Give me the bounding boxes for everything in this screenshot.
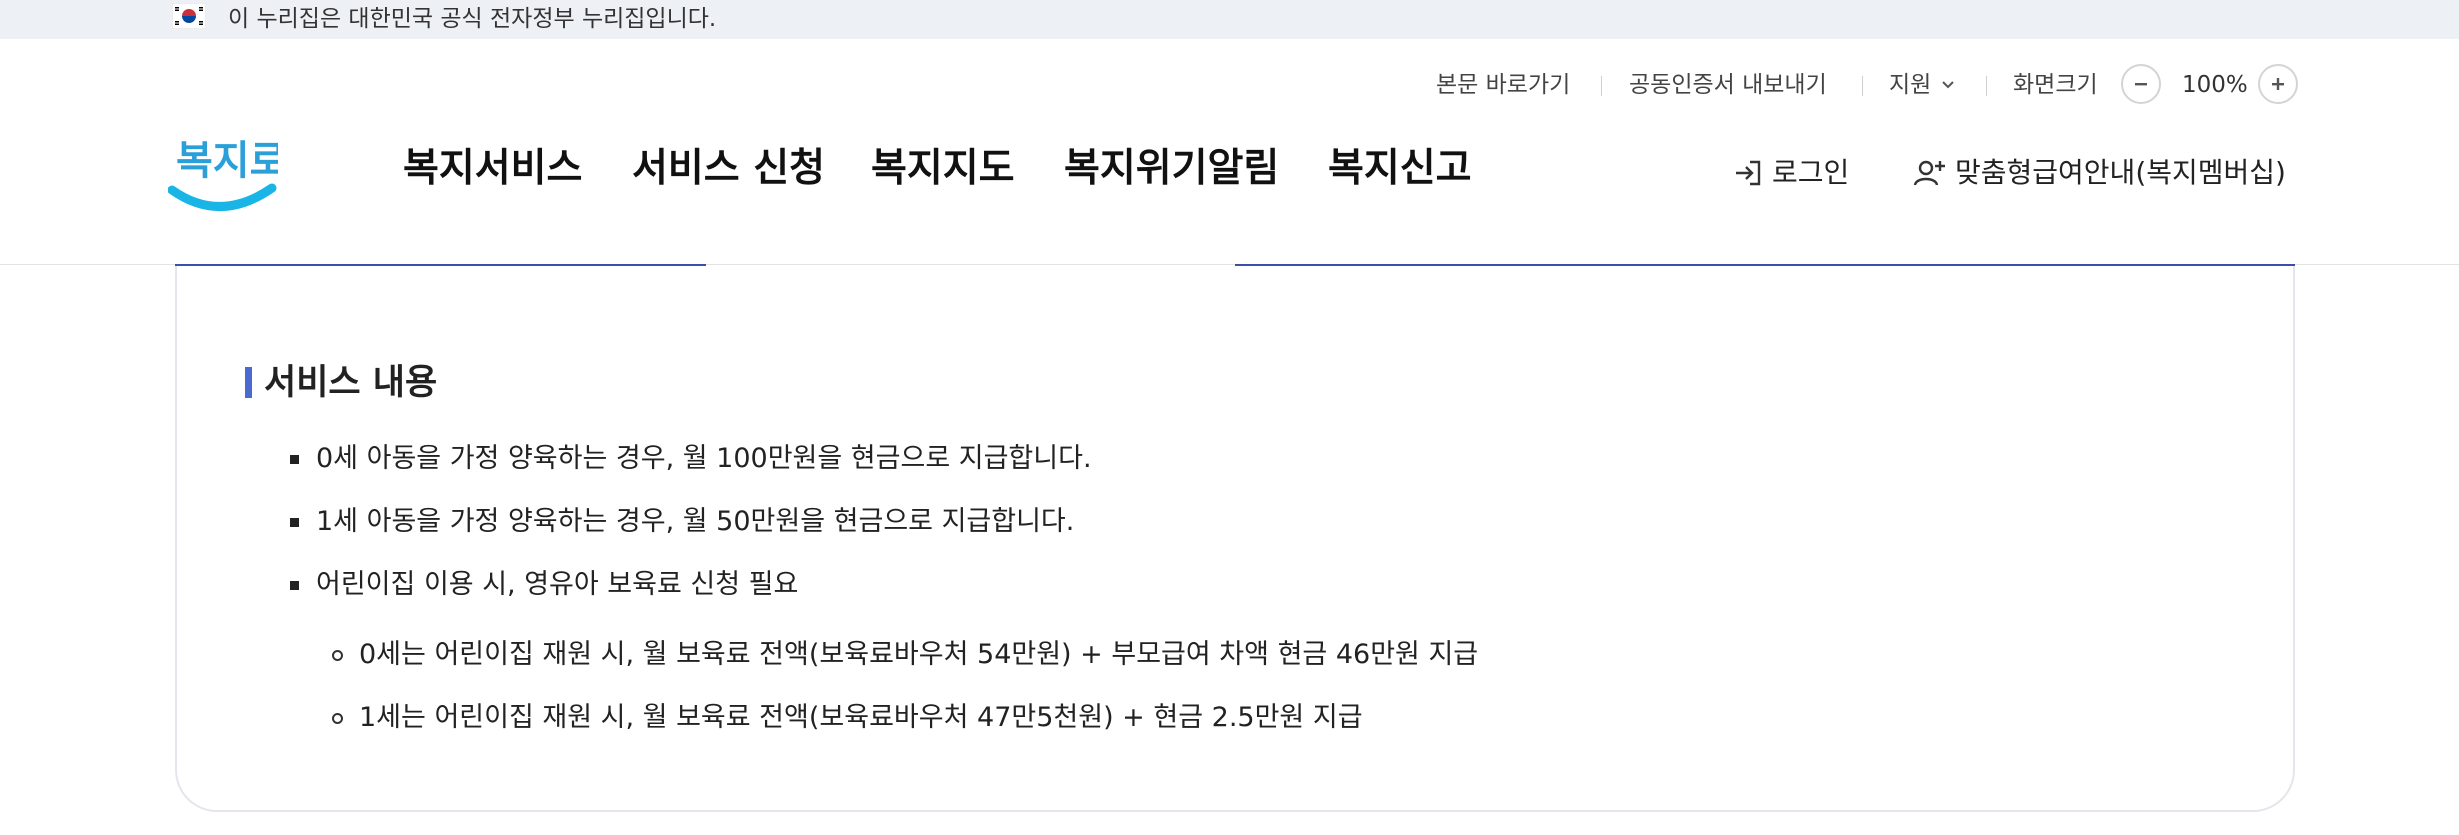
support-label: 지원 — [1889, 72, 1932, 98]
bokjiro-logo[interactable]: 복지로 — [168, 124, 278, 216]
list-bullet — [290, 455, 299, 464]
zoom-out-button[interactable] — [2121, 64, 2161, 104]
sub-list-bullet — [332, 713, 343, 724]
login-icon — [1736, 160, 1761, 186]
login-label: 로그인 — [1772, 156, 1850, 189]
nav-welfare-report[interactable]: 복지신고 — [1328, 143, 1472, 195]
membership-link[interactable]: 맞춤형급여안내(복지멤버십) — [1913, 155, 2286, 191]
sub-list-item: 0세는 어린이집 재원 시, 월 보육료 전액(보육료바우처 54만원) + 부… — [359, 639, 1479, 670]
utility-menu: 본문 바로가기 공동인증서 내보내기 지원 화면크기 100% — [0, 64, 2459, 108]
support-dropdown[interactable]: 지원 — [1889, 70, 1957, 100]
membership-label: 맞춤형급여안내(복지멤버십) — [1955, 156, 2286, 189]
nav-welfare-map[interactable]: 복지지도 — [871, 143, 1015, 195]
logo-text: 복지로 — [176, 138, 278, 184]
export-certificate-link[interactable]: 공동인증서 내보내기 — [1629, 70, 1827, 100]
minus-icon — [2135, 83, 2147, 86]
gov-banner: 이 누리집은 대한민국 공식 전자정부 누리집입니다. — [0, 0, 2459, 39]
section-title: 서비스 내용 — [264, 363, 438, 403]
util-separator — [1986, 76, 1987, 96]
user-plus-icon — [1913, 160, 1945, 186]
nav-welfare-services[interactable]: 복지서비스 — [403, 143, 582, 195]
plus-icon — [2272, 78, 2284, 90]
screen-size-label: 화면크기 — [2013, 72, 2098, 98]
nav-service-application[interactable]: 서비스 신청 — [632, 143, 825, 195]
login-link[interactable]: 로그인 — [1732, 155, 1849, 191]
util-separator — [1601, 76, 1602, 96]
skip-to-content-link[interactable]: 본문 바로가기 — [1436, 70, 1570, 100]
list-item: 어린이집 이용 시, 영유아 보육료 신청 필요 — [316, 569, 799, 600]
zoom-in-button[interactable] — [2258, 64, 2298, 104]
list-item: 1세 아동을 가정 양육하는 경우, 월 50만원을 현금으로 지급합니다. — [316, 506, 1075, 537]
list-item: 0세 아동을 가정 양육하는 경우, 월 100만원을 현금으로 지급합니다. — [316, 443, 1092, 474]
list-bullet — [290, 581, 299, 590]
zoom-level: 100% — [2182, 72, 2248, 98]
chevron-down-icon — [1942, 81, 1955, 89]
nav-welfare-crisis-alert[interactable]: 복지위기알림 — [1064, 143, 1279, 195]
korean-flag-icon — [172, 3, 206, 29]
list-bullet — [290, 518, 299, 527]
sub-list-bullet — [332, 650, 343, 661]
section-title-marker — [245, 367, 252, 398]
sub-list-item: 1세는 어린이집 재원 시, 월 보육료 전액(보육료바우처 47만5천원) +… — [359, 702, 1363, 733]
util-separator — [1862, 76, 1863, 96]
gov-banner-text: 이 누리집은 대한민국 공식 전자정부 누리집입니다. — [228, 6, 717, 32]
